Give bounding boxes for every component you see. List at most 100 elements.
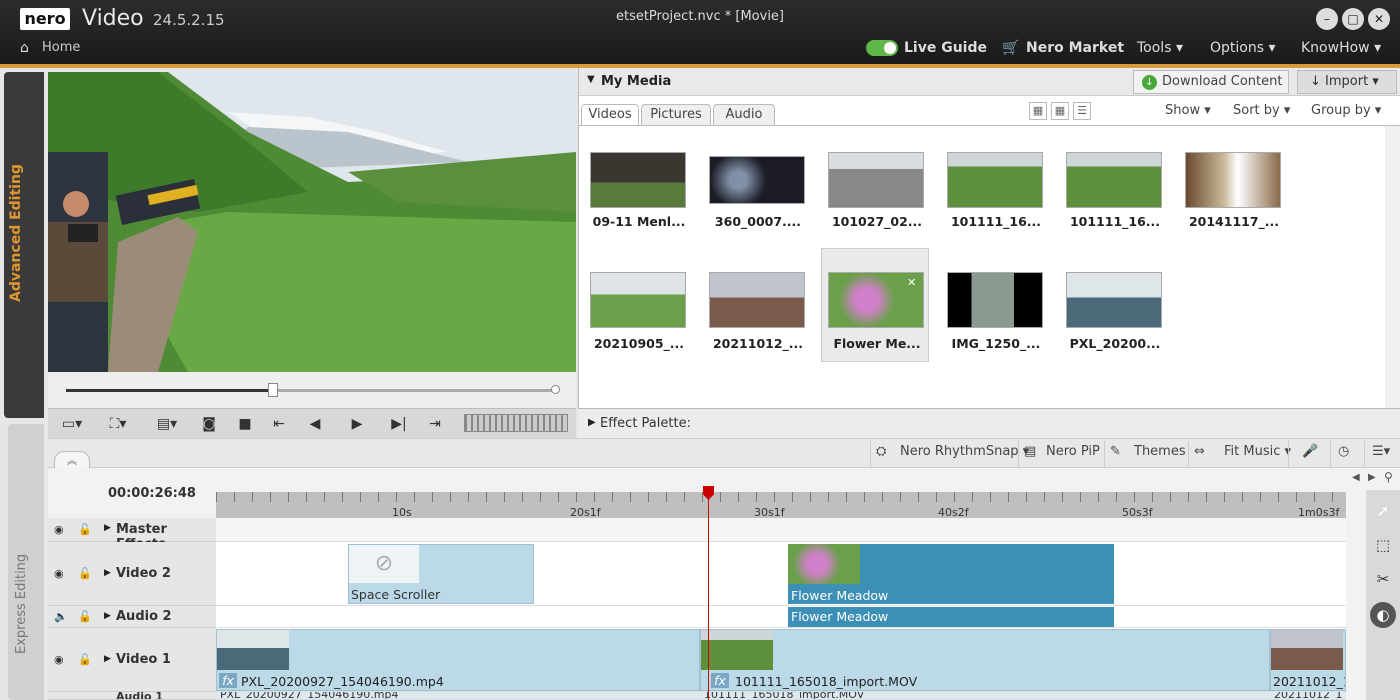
fit-music-button[interactable]: Fit Music ▾	[1224, 444, 1291, 459]
effect-palette-bar[interactable]: ▶ Effect Palette:	[578, 408, 1400, 438]
rhythmsnap-button[interactable]: Nero RhythmSnap ▾	[900, 444, 1029, 459]
collapse-up-icon[interactable]: ︽	[54, 451, 90, 469]
clip-space-scroller[interactable]: ⊘ Space Scroller	[348, 544, 534, 604]
media-thumbnail[interactable]	[947, 152, 1043, 208]
express-editing-tab[interactable]: Express Editing	[8, 424, 44, 700]
select-arrow-icon[interactable]: ➚	[1370, 498, 1396, 524]
lane-master-effects[interactable]	[216, 518, 1346, 542]
lane-video-2[interactable]: ⊘ Space Scroller Flower Meadow	[216, 542, 1346, 606]
scissors-icon[interactable]: ✂	[1370, 566, 1396, 592]
track-header-video-2[interactable]: ◉ 🔓 ▶ Video 2	[48, 542, 216, 606]
fullscreen-icon[interactable]: ⛶▾	[100, 413, 136, 435]
expand-arrow-icon[interactable]: ▶	[104, 523, 111, 533]
maximize-button[interactable]: □	[1342, 8, 1364, 30]
microphone-icon[interactable]: 🎤	[1302, 444, 1318, 459]
rhythmsnap-icon[interactable]: ⛭	[876, 444, 886, 459]
advanced-editing-tab[interactable]: Advanced Editing	[4, 72, 44, 418]
range-select-icon[interactable]: ⬚	[1370, 532, 1396, 558]
media-thumbnail[interactable]	[709, 272, 805, 328]
track-header-master-effects[interactable]: ◉ 🔓 ▶ Master Effects	[48, 518, 216, 552]
nero-market-link[interactable]: Nero Market	[1026, 40, 1124, 56]
remove-icon[interactable]: ✕	[907, 276, 916, 289]
lane-audio-2[interactable]: Flower Meadow	[216, 606, 1346, 628]
display-mode-icon[interactable]: ▭▾	[54, 413, 90, 435]
live-guide-label[interactable]: Live Guide	[904, 40, 987, 56]
next-frame-icon[interactable]: ▶|	[386, 413, 412, 435]
fx-icon[interactable]: fx	[219, 673, 237, 688]
close-button[interactable]: ✕	[1368, 8, 1390, 30]
live-guide-toggle[interactable]	[866, 40, 898, 56]
lock-icon[interactable]: 🔓	[78, 653, 92, 666]
visibility-icon[interactable]: ◉	[54, 523, 64, 536]
clip-20211012[interactable]: 20211012_1	[1270, 629, 1346, 691]
import-button[interactable]: ↓ Import ▾	[1297, 70, 1397, 94]
time-ruler[interactable]: 10s 20s1f 30s1f 40s2f 50s3f 1m0s3f	[216, 492, 1346, 519]
speaker-icon[interactable]: 🔈	[54, 610, 68, 623]
expand-triangle-icon[interactable]: ▶	[588, 417, 596, 428]
group-by-dropdown[interactable]: Group by ▾	[1311, 103, 1381, 118]
expand-arrow-icon[interactable]: ▶	[104, 568, 111, 578]
jog-wheel[interactable]	[464, 414, 568, 432]
mark-out-icon[interactable]: ⇥	[422, 413, 448, 435]
home-icon[interactable]: ⌂	[20, 40, 29, 56]
lock-icon[interactable]: 🔓	[78, 610, 92, 623]
previous-frame-icon[interactable]: ◀	[302, 413, 328, 435]
aspect-icon[interactable]: ▤▾	[148, 413, 186, 435]
tab-videos[interactable]: Videos	[581, 104, 639, 126]
video-preview[interactable]	[48, 72, 576, 372]
media-thumbnail[interactable]	[590, 152, 686, 208]
media-thumbnail[interactable]	[709, 156, 805, 204]
clip-flower-meadow-video[interactable]: Flower Meadow	[788, 544, 1114, 604]
stop-icon[interactable]: ■	[232, 413, 258, 435]
marker-pin-icon[interactable]: ⚲	[1384, 470, 1393, 484]
pip-icon[interactable]: ▤	[1024, 444, 1036, 459]
clip-pxl-video[interactable]: fx PXL_20200927_154046190.mp4	[216, 629, 700, 691]
media-thumbnail[interactable]	[590, 272, 686, 328]
mark-in-icon[interactable]: ⇤	[266, 413, 292, 435]
pip-button[interactable]: Nero PiP	[1046, 444, 1100, 459]
media-scrollbar[interactable]	[1385, 126, 1400, 408]
lane-audio-1[interactable]: PXL_20200927_154046190.mp4 101111_165018…	[216, 692, 1346, 700]
options-menu[interactable]: Options ▾	[1210, 40, 1276, 56]
scroll-left-icon[interactable]: ◀	[1352, 472, 1360, 483]
sort-by-dropdown[interactable]: Sort by ▾	[1233, 103, 1290, 118]
themes-button[interactable]: Themes	[1134, 444, 1186, 459]
tab-pictures[interactable]: Pictures	[641, 104, 711, 126]
cart-icon[interactable]: 🛒	[1002, 40, 1019, 56]
scroll-right-icon[interactable]: ▶	[1368, 472, 1376, 483]
fit-music-icon[interactable]: ⇔	[1194, 444, 1205, 459]
lock-icon[interactable]: 🔓	[78, 567, 92, 580]
scrub-handle[interactable]	[268, 383, 278, 397]
magnet-icon[interactable]: ◐	[1370, 602, 1396, 628]
lock-icon[interactable]: 🔓	[78, 523, 92, 536]
magic-wand-icon[interactable]: ✎	[1110, 444, 1121, 459]
camera-icon[interactable]: ◙	[196, 413, 222, 435]
large-thumbnail-view-icon[interactable]: ▦	[1029, 102, 1047, 120]
tools-menu[interactable]: Tools ▾	[1137, 40, 1183, 56]
lane-video-1[interactable]: fx PXL_20200927_154046190.mp4 fx 101111_…	[216, 628, 1346, 692]
play-icon[interactable]: ▶	[344, 413, 370, 435]
fx-icon[interactable]: fx	[711, 673, 729, 688]
media-thumbnail[interactable]	[828, 152, 924, 208]
show-dropdown[interactable]: Show ▾	[1165, 103, 1211, 118]
list-view-icon[interactable]: ☰	[1073, 102, 1091, 120]
visibility-icon[interactable]: ◉	[54, 567, 64, 580]
minimize-button[interactable]: –	[1316, 8, 1338, 30]
track-header-audio-2[interactable]: 🔈 🔓 ▶ Audio 2	[48, 606, 216, 628]
home-link[interactable]: Home	[42, 40, 80, 55]
expand-arrow-icon[interactable]: ▶	[104, 611, 111, 621]
media-thumbnail[interactable]	[1185, 152, 1281, 208]
knowhow-menu[interactable]: KnowHow ▾	[1301, 40, 1381, 56]
small-thumbnail-view-icon[interactable]: ▦	[1051, 102, 1069, 120]
media-thumbnail[interactable]	[947, 272, 1043, 328]
settings-dropdown-icon[interactable]: ☰▾	[1372, 444, 1390, 459]
playhead-line[interactable]	[708, 486, 709, 700]
tab-audio[interactable]: Audio	[713, 104, 775, 126]
clip-import-mov[interactable]: fx 101111_165018_import.MOV	[700, 629, 1270, 691]
track-header-audio-1[interactable]: Audio 1	[48, 692, 216, 700]
visibility-icon[interactable]: ◉	[54, 653, 64, 666]
media-thumbnail[interactable]	[1066, 272, 1162, 328]
clip-flower-meadow-audio[interactable]: Flower Meadow	[788, 607, 1114, 627]
media-thumbnail[interactable]	[1066, 152, 1162, 208]
download-content-button[interactable]: ↓ Download Content	[1133, 70, 1289, 94]
